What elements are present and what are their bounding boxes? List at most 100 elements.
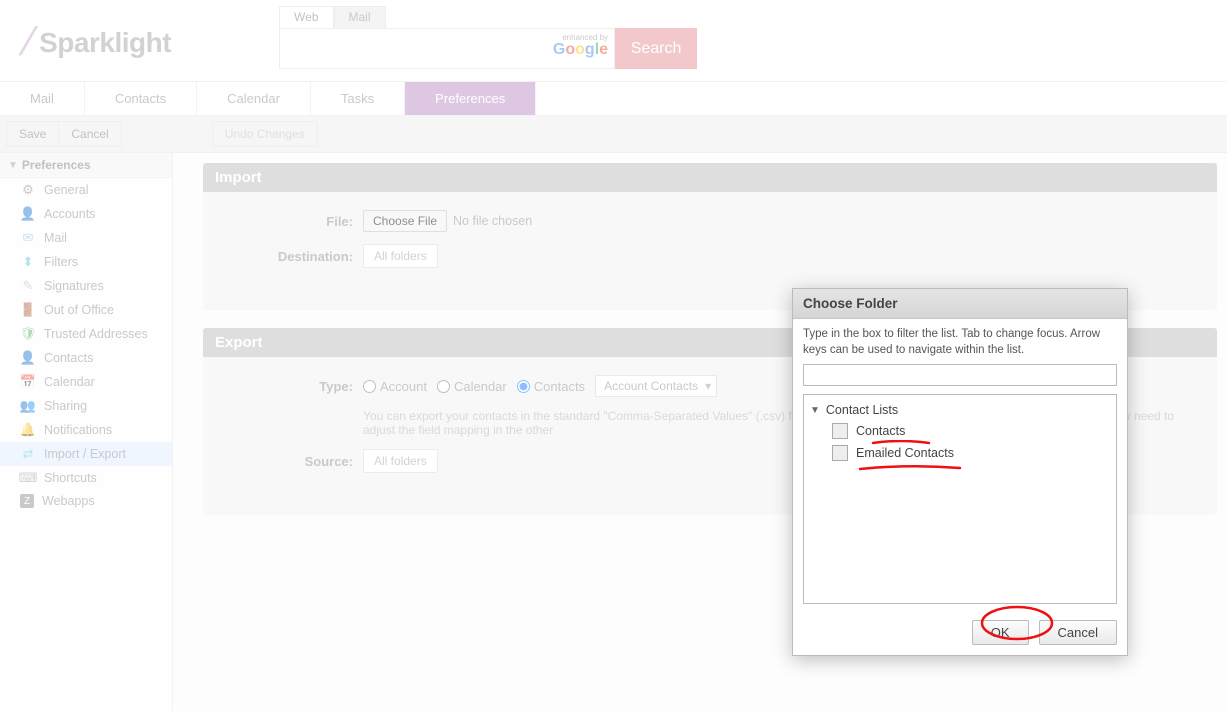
- tab-calendar[interactable]: Calendar: [197, 82, 311, 115]
- tab-tasks[interactable]: Tasks: [311, 82, 405, 115]
- source-button[interactable]: All folders: [363, 449, 438, 473]
- choose-folder-dialog: Choose Folder Type in the box to filter …: [792, 288, 1128, 656]
- contacts-icon: 👤: [20, 350, 36, 366]
- search-button[interactable]: Search: [615, 28, 697, 69]
- sidebar-item-label: General: [44, 183, 88, 197]
- undo-changes-button[interactable]: Undo Changes: [212, 121, 318, 147]
- sidebar-item-shortcuts[interactable]: ⌨ Shortcuts: [0, 466, 172, 490]
- sidebar-item-label: Filters: [44, 255, 78, 269]
- folder-tree: ▼ Contact Lists Contacts Emailed Contact…: [803, 394, 1117, 604]
- logo-text: Sparklight: [39, 27, 171, 59]
- destination-button[interactable]: All folders: [363, 244, 438, 268]
- main-nav: Mail Contacts Calendar Tasks Preferences: [0, 82, 1227, 116]
- tab-mail[interactable]: Mail: [0, 82, 85, 115]
- signature-icon: ✎: [20, 278, 36, 294]
- sidebar-item-label: Calendar: [44, 375, 95, 389]
- shield-icon: 🛡: [20, 326, 36, 342]
- sidebar-item-label: Shortcuts: [44, 471, 97, 485]
- sidebar-item-signatures[interactable]: ✎ Signatures: [0, 274, 172, 298]
- dialog-hint: Type in the box to filter the list. Tab …: [803, 327, 1117, 358]
- app-icon: Z: [20, 494, 34, 508]
- sidebar-item-calendar[interactable]: 📅 Calendar: [0, 370, 172, 394]
- radio-calendar[interactable]: Calendar: [437, 379, 507, 394]
- google-badge: enhanced by Google: [553, 34, 608, 58]
- radio-label: Account: [380, 379, 427, 394]
- sidebar-item-label: Import / Export: [44, 447, 126, 461]
- search-tab-mail[interactable]: Mail: [334, 6, 386, 28]
- logo: / Sparklight: [22, 20, 171, 65]
- sidebar-item-label: Contacts: [44, 351, 93, 365]
- share-icon: 👥: [20, 398, 36, 414]
- sidebar-item-contacts[interactable]: 👤 Contacts: [0, 346, 172, 370]
- destination-label: Destination:: [223, 249, 353, 264]
- tree-item-emailed-contacts[interactable]: Emailed Contacts: [832, 445, 1110, 461]
- sidebar-item-label: Mail: [44, 231, 67, 245]
- tab-contacts[interactable]: Contacts: [85, 82, 197, 115]
- sidebar-item-sharing[interactable]: 👥 Sharing: [0, 394, 172, 418]
- annotation-circle-icon: [978, 604, 1056, 642]
- import-panel-header: Import: [203, 163, 1217, 192]
- cancel-button[interactable]: Cancel: [59, 121, 121, 147]
- top-bar: / Sparklight Web Mail enhanced by Google…: [0, 0, 1227, 82]
- google-logo-icon: Google: [553, 42, 608, 58]
- action-toolbar: Save Cancel Undo Changes: [0, 116, 1227, 153]
- annotation-underline-icon: [858, 464, 962, 474]
- filter-icon: ⬍: [20, 254, 36, 270]
- contacts-type-select[interactable]: Account Contacts: [595, 375, 717, 397]
- sidebar-item-label: Signatures: [44, 279, 104, 293]
- mail-icon: ✉: [20, 230, 36, 246]
- import-export-icon: ⇄: [20, 446, 36, 462]
- search-input[interactable]: enhanced by Google: [279, 28, 615, 69]
- search-area: Web Mail enhanced by Google Search: [279, 6, 697, 69]
- sidebar-item-general[interactable]: ⚙ General: [0, 178, 172, 202]
- sidebar-item-accounts[interactable]: 👤 Accounts: [0, 202, 172, 226]
- sidebar-item-notifications[interactable]: 🔔 Notifications: [0, 418, 172, 442]
- tree-item-label: Emailed Contacts: [856, 446, 954, 460]
- contact-folder-icon: [832, 423, 848, 439]
- user-icon: 👤: [20, 206, 36, 222]
- choose-file-button[interactable]: Choose File: [363, 210, 447, 232]
- sidebar-item-out-of-office[interactable]: 🚪 Out of Office: [0, 298, 172, 322]
- tree-item-label: Contacts: [856, 424, 905, 438]
- sidebar-item-label: Sharing: [44, 399, 87, 413]
- keyboard-icon: ⌨: [20, 470, 36, 486]
- sidebar-header[interactable]: ▼ Preferences: [0, 153, 172, 178]
- sidebar-item-mail[interactable]: ✉ Mail: [0, 226, 172, 250]
- save-button[interactable]: Save: [6, 121, 59, 147]
- radio-label: Contacts: [534, 379, 585, 394]
- radio-label: Calendar: [454, 379, 507, 394]
- gear-icon: ⚙: [20, 182, 36, 198]
- chevron-down-icon: ▼: [8, 160, 18, 171]
- tree-root-label: Contact Lists: [826, 403, 898, 417]
- file-status: No file chosen: [453, 214, 532, 228]
- radio-account[interactable]: Account: [363, 379, 427, 394]
- sidebar-item-import-export[interactable]: ⇄ Import / Export: [0, 442, 172, 466]
- folder-filter-input[interactable]: [803, 364, 1117, 386]
- radio-contacts[interactable]: Contacts: [517, 379, 585, 394]
- sidebar-header-label: Preferences: [22, 158, 91, 172]
- chevron-down-icon: ▼: [810, 405, 820, 416]
- source-label: Source:: [223, 454, 353, 469]
- type-label: Type:: [223, 379, 353, 394]
- sidebar-item-label: Accounts: [44, 207, 95, 221]
- dialog-footer: OK Cancel: [793, 610, 1127, 655]
- sidebar-item-label: Trusted Addresses: [44, 327, 148, 341]
- tab-preferences[interactable]: Preferences: [405, 82, 536, 115]
- sidebar-item-label: Webapps: [42, 494, 95, 508]
- search-tab-web[interactable]: Web: [279, 6, 333, 28]
- door-icon: 🚪: [20, 302, 36, 318]
- sidebar-item-webapps[interactable]: Z Webapps: [0, 490, 172, 512]
- bell-icon: 🔔: [20, 422, 36, 438]
- tree-root-contact-lists[interactable]: ▼ Contact Lists: [810, 403, 1110, 417]
- sidebar-item-label: Notifications: [44, 423, 112, 437]
- preferences-sidebar: ▼ Preferences ⚙ General 👤 Accounts ✉ Mail ⬍…: [0, 153, 173, 711]
- contact-folder-icon: [832, 445, 848, 461]
- logo-slash-icon: /: [20, 20, 36, 65]
- tree-item-contacts[interactable]: Contacts: [832, 423, 1110, 439]
- sidebar-item-trusted-addresses[interactable]: 🛡 Trusted Addresses: [0, 322, 172, 346]
- sidebar-item-filters[interactable]: ⬍ Filters: [0, 250, 172, 274]
- file-label: File:: [223, 214, 353, 229]
- sidebar-item-label: Out of Office: [44, 303, 114, 317]
- calendar-icon: 📅: [20, 374, 36, 390]
- dialog-title: Choose Folder: [793, 289, 1127, 319]
